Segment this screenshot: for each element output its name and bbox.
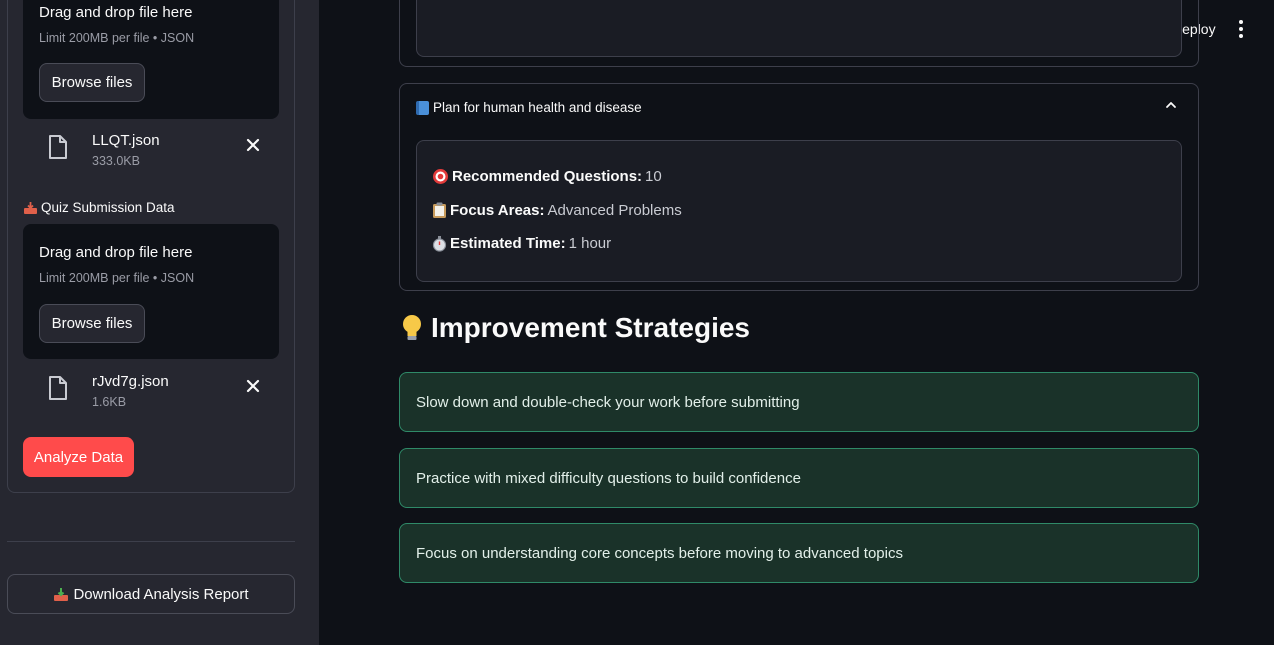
blue-book-icon	[416, 100, 429, 115]
stopwatch-icon	[432, 236, 447, 252]
analyze-data-button[interactable]: Analyze Data	[23, 437, 134, 477]
plan-info-box: Recommended Questions: 10 Focus Areas: A…	[416, 140, 1182, 282]
file-size: 1.6KB	[92, 395, 127, 409]
dropzone-limit: Limit 200MB per file • JSON	[39, 31, 195, 45]
expander-header[interactable]: Plan for human health and disease	[416, 100, 642, 115]
expander-title: Plan for human health and disease	[433, 100, 642, 115]
previous-expander	[399, 0, 1199, 67]
chevron-up-icon[interactable]	[1164, 98, 1178, 112]
focus-areas-line: Focus Areas: Advanced Problems	[432, 202, 682, 219]
file-icon	[49, 376, 67, 400]
remove-file-close-icon[interactable]	[243, 136, 263, 156]
file-size: 333.0KB	[92, 154, 140, 168]
remove-file-close-icon[interactable]	[243, 377, 263, 397]
download-report-label: Download Analysis Report	[73, 585, 249, 603]
uploaded-file-item: LLQT.json 333.0KB	[23, 132, 279, 176]
target-icon	[433, 169, 448, 184]
study-plan-expander: Plan for human health and disease Recomm…	[399, 83, 1199, 291]
download-report-button[interactable]: Download Analysis Report	[7, 574, 295, 614]
improvement-strategies-heading: Improvement Strategies	[399, 312, 750, 344]
strategy-item: Focus on understanding core concepts bef…	[399, 523, 1199, 583]
section-label-text: Quiz Submission Data	[41, 200, 175, 215]
info-label: Recommended Questions:	[452, 168, 643, 185]
sidebar: Drag and drop file here Limit 200MB per …	[0, 0, 319, 645]
info-value: 1 hour	[568, 235, 612, 252]
browse-files-button[interactable]: Browse files	[39, 304, 145, 343]
dropzone-title: Drag and drop file here	[39, 244, 193, 261]
main-menu-kebab-icon[interactable]	[1232, 18, 1250, 40]
dropzone-title: Drag and drop file here	[39, 4, 193, 21]
lightbulb-icon	[403, 315, 421, 340]
info-label: Focus Areas:	[450, 202, 545, 219]
inbox-tray-icon	[24, 201, 37, 214]
clipboard-icon	[433, 202, 446, 218]
file-icon	[49, 135, 67, 159]
file-dropzone[interactable]: Drag and drop file here Limit 200MB per …	[23, 0, 279, 119]
browse-files-button[interactable]: Browse files	[39, 63, 145, 102]
estimated-time-line: Estimated Time: 1 hour	[432, 235, 611, 252]
dropzone-limit: Limit 200MB per file • JSON	[39, 271, 195, 285]
inbox-tray-icon	[54, 587, 69, 601]
heading-text: Improvement Strategies	[431, 312, 750, 343]
strategy-item: Slow down and double-check your work bef…	[399, 372, 1199, 432]
file-name: rJvd7g.json	[92, 373, 169, 390]
sidebar-divider	[7, 541, 295, 542]
info-label: Estimated Time:	[450, 235, 566, 252]
quiz-submission-section-label: Quiz Submission Data	[23, 200, 175, 215]
file-dropzone[interactable]: Drag and drop file here Limit 200MB per …	[23, 224, 279, 359]
recommended-questions-line: Recommended Questions: 10	[432, 168, 662, 185]
strategy-item: Practice with mixed difficulty questions…	[399, 448, 1199, 508]
previous-expander-content	[416, 0, 1182, 57]
uploaded-file-item: rJvd7g.json 1.6KB	[23, 373, 279, 417]
info-value: Advanced Problems	[547, 202, 682, 219]
file-name: LLQT.json	[92, 132, 160, 149]
info-value: 10	[645, 168, 662, 185]
